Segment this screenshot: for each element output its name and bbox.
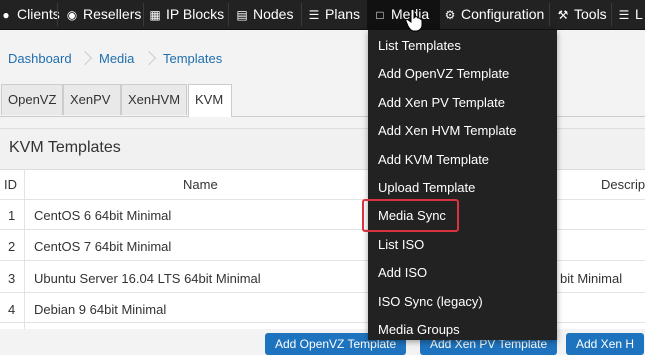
nav-clients[interactable]: ● Clients xyxy=(0,0,59,29)
file-icon: □ xyxy=(376,8,384,22)
menu-add-kvm-template[interactable]: Add KVM Template xyxy=(378,152,489,167)
breadcrumb-dashboard[interactable]: Dashboard xyxy=(8,46,72,72)
breadcrumb-media[interactable]: Media xyxy=(99,46,134,72)
wrench-icon: ⚒ xyxy=(557,8,569,22)
media-dropdown-menu: List Templates Add OpenVZ Template Add X… xyxy=(368,30,557,340)
tab-openvz[interactable]: OpenVZ xyxy=(1,84,63,115)
hand-cursor-icon xyxy=(405,8,423,32)
watermark: wzfou.com xyxy=(565,308,618,320)
row-4-name[interactable]: Debian 9 64bit Minimal xyxy=(34,302,166,317)
nav-more[interactable]: ☰ L xyxy=(618,0,645,29)
breadcrumb-templates[interactable]: Templates xyxy=(163,46,222,72)
row-3-id: 3 xyxy=(8,271,16,286)
row-2-name[interactable]: CentOS 7 64bit Minimal xyxy=(34,239,171,254)
nav-configuration[interactable]: ⚙ Configuration xyxy=(444,0,545,29)
row-2-id: 2 xyxy=(8,239,16,254)
menu-list-iso[interactable]: List ISO xyxy=(378,237,424,252)
tab-xenpv[interactable]: XenPV xyxy=(63,84,121,115)
server-icon: ▤ xyxy=(236,8,248,22)
menu-add-xen-pv-template[interactable]: Add Xen PV Template xyxy=(378,95,505,110)
menu-iso-sync-legacy[interactable]: ISO Sync (legacy) xyxy=(378,294,483,309)
grid-icon: ▦ xyxy=(149,8,161,22)
panel-title: KVM Templates xyxy=(9,139,121,156)
row-4-id: 4 xyxy=(8,302,16,317)
users-icon: ● xyxy=(2,8,10,22)
media-sync-highlight xyxy=(362,199,459,232)
list-icon: ☰ xyxy=(618,8,630,22)
nav-ip-blocks[interactable]: ▦ IP Blocks xyxy=(149,0,225,29)
add-xen-hvm-template-button[interactable]: Add Xen H xyxy=(566,333,645,355)
user-icon: ◉ xyxy=(66,8,78,22)
menu-add-xen-hvm-template[interactable]: Add Xen HVM Template xyxy=(378,123,517,138)
row-3-name[interactable]: Ubuntu Server 16.04 LTS 64bit Minimal xyxy=(34,271,261,286)
list-icon: ☰ xyxy=(308,8,320,22)
nav-resellers[interactable]: ◉ Resellers xyxy=(66,0,142,29)
column-header-id[interactable]: ID xyxy=(4,177,17,192)
row-1-id: 1 xyxy=(8,208,16,223)
nav-media[interactable]: □ Media xyxy=(367,0,440,29)
chevron-right-icon xyxy=(144,50,154,68)
column-header-description[interactable]: Descrip xyxy=(601,177,645,192)
row-3-description: bit Minimal xyxy=(560,271,623,286)
menu-add-iso[interactable]: Add ISO xyxy=(378,265,427,280)
nav-plans[interactable]: ☰ Plans xyxy=(308,0,360,29)
chevron-right-icon xyxy=(80,50,90,68)
nav-tools[interactable]: ⚒ Tools xyxy=(557,0,607,29)
menu-media-groups[interactable]: Media Groups xyxy=(378,322,460,337)
menu-list-templates[interactable]: List Templates xyxy=(378,38,461,53)
top-nav: ● Clients ◉ Resellers ▦ IP Blocks ▤ Nodes ☰ P… xyxy=(0,0,645,30)
row-1-name[interactable]: CentOS 6 64bit Minimal xyxy=(34,208,171,223)
menu-add-openvz-template[interactable]: Add OpenVZ Template xyxy=(378,66,509,81)
tab-kvm[interactable]: KVM xyxy=(188,84,232,117)
gear-icon: ⚙ xyxy=(444,8,456,22)
nav-nodes[interactable]: ▤ Nodes xyxy=(236,0,296,29)
menu-upload-template[interactable]: Upload Template xyxy=(378,180,475,195)
tab-xenhvm[interactable]: XenHVM xyxy=(121,84,187,115)
column-header-name[interactable]: Name xyxy=(183,177,218,192)
